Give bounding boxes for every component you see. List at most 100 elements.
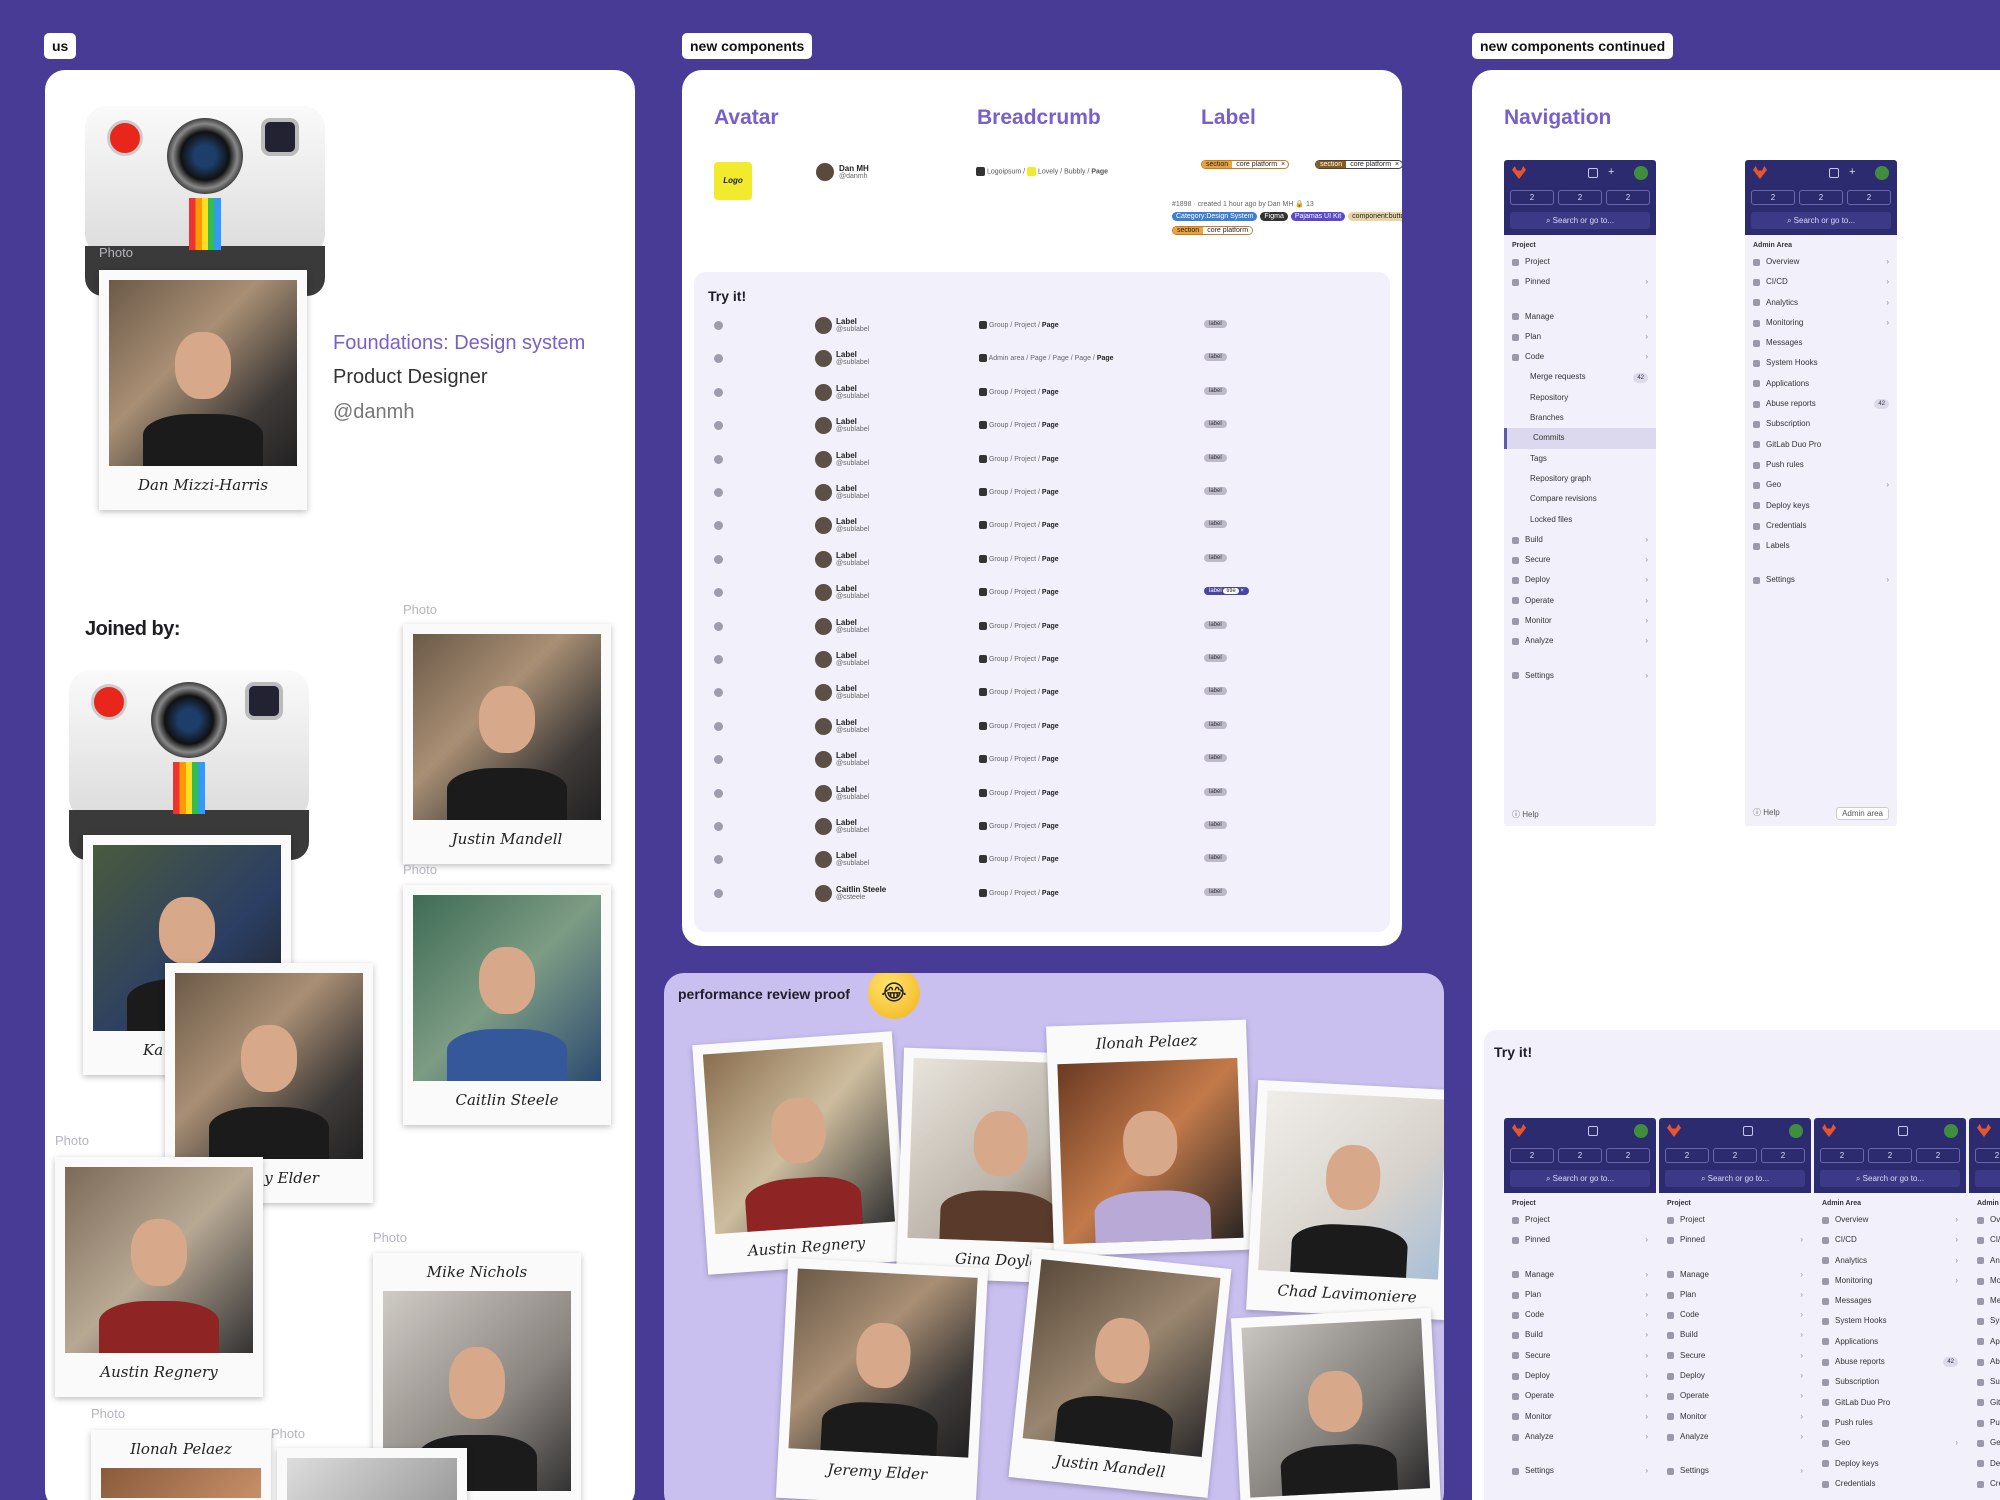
- nav-item-credentials[interactable]: Credentials: [1745, 516, 1897, 536]
- breadcrumb-item[interactable]: Group: [989, 455, 1008, 462]
- nav-item-gitlab-duo-pro[interactable]: GitLab Duo Pro: [1745, 435, 1897, 455]
- user-name[interactable]: Label: [836, 384, 857, 393]
- breadcrumb-item[interactable]: Project: [1014, 589, 1036, 596]
- user-name[interactable]: Label: [836, 651, 857, 660]
- nav-search[interactable]: ⌕ Search or go to...: [1751, 212, 1891, 229]
- user-name[interactable]: Label: [836, 618, 857, 627]
- gitlab-logo-icon[interactable]: [1977, 1124, 1991, 1137]
- label-chip[interactable]: label title ×: [1204, 587, 1249, 596]
- nav-item-build[interactable]: Build ›: [1659, 1325, 1811, 1345]
- nav-item-abuse-reports[interactable]: Abuse reports42: [1814, 1352, 1966, 1372]
- nav-item-gitlab-duo-pro[interactable]: GitLab Duo Pro: [1969, 1393, 2000, 1413]
- nav-item-monitor[interactable]: Monitor ›: [1659, 1407, 1811, 1427]
- nav-item-project[interactable]: Project: [1659, 1210, 1811, 1230]
- nav-item-plan[interactable]: Plan ›: [1504, 327, 1656, 347]
- close-icon[interactable]: ×: [1281, 161, 1288, 168]
- nav-search[interactable]: ⌕ Search or go to...: [1665, 1170, 1805, 1187]
- user-avatar[interactable]: [1789, 1124, 1803, 1138]
- nav-item-ci-cd[interactable]: CI/CD›: [1745, 272, 1897, 292]
- issues-count[interactable]: 2: [1975, 1148, 2000, 1163]
- nav-item-repository[interactable]: Repository: [1504, 388, 1656, 408]
- breadcrumb-item[interactable]: Project: [1014, 622, 1036, 629]
- nav-item-analyze[interactable]: Analyze ›: [1504, 631, 1656, 651]
- breadcrumb-item[interactable]: Group: [989, 522, 1008, 529]
- nav-item-manage[interactable]: Manage ›: [1504, 307, 1656, 327]
- breadcrumb-item[interactable]: Page: [1042, 789, 1059, 796]
- breadcrumb-item[interactable]: Group: [989, 422, 1008, 429]
- nav-item-plan[interactable]: Plan ›: [1659, 1285, 1811, 1305]
- label-chip[interactable]: label: [1204, 420, 1227, 429]
- nav-item-monitoring[interactable]: Monitoring›: [1969, 1271, 2000, 1291]
- breadcrumb-item[interactable]: Page: [1042, 589, 1059, 596]
- nav-item-operate[interactable]: Operate ›: [1504, 1386, 1656, 1406]
- nav-item-overview[interactable]: Overview›: [1814, 1210, 1966, 1230]
- label-chip[interactable]: label: [1204, 887, 1227, 896]
- nav-item-system-hooks[interactable]: System Hooks: [1814, 1311, 1966, 1331]
- user-avatar[interactable]: [1944, 1124, 1958, 1138]
- breadcrumb-item[interactable]: Project: [1014, 389, 1036, 396]
- sidebar-toggle-icon[interactable]: [1588, 168, 1598, 178]
- breadcrumb-item[interactable]: Project: [1014, 856, 1036, 863]
- breadcrumb-item[interactable]: Page: [1042, 756, 1059, 763]
- breadcrumb-item[interactable]: Group: [989, 389, 1008, 396]
- nav-item-applications[interactable]: Applications: [1745, 374, 1897, 394]
- issues-count[interactable]: 2: [1665, 1148, 1709, 1163]
- user-name[interactable]: Caitlin Steele: [836, 885, 886, 894]
- nav-search[interactable]: ⌕ Search or go to...: [1510, 212, 1650, 229]
- issue-label[interactable]: component:button: [1348, 212, 1402, 221]
- breadcrumb-item[interactable]: Group: [989, 856, 1008, 863]
- help-link[interactable]: ⓘ Help: [1753, 807, 1780, 820]
- breadcrumb-item[interactable]: Group: [989, 489, 1008, 496]
- breadcrumb-item[interactable]: Lovely: [1038, 168, 1058, 175]
- nav-item-subscription[interactable]: Subscription: [1814, 1372, 1966, 1392]
- nav-item-settings[interactable]: Settings ›: [1745, 570, 1897, 590]
- label-chip[interactable]: label: [1204, 620, 1227, 629]
- breadcrumb-item[interactable]: Page: [1097, 355, 1114, 362]
- breadcrumb-item[interactable]: Page: [1042, 723, 1059, 730]
- user-name[interactable]: Label: [836, 517, 857, 526]
- nav-item-applications[interactable]: Applications: [1969, 1332, 2000, 1352]
- nav-item-analyze[interactable]: Analyze ›: [1659, 1427, 1811, 1447]
- breadcrumb-item[interactable]: Project: [1014, 723, 1036, 730]
- breadcrumb-item[interactable]: Project: [1014, 422, 1036, 429]
- issue-scoped-label[interactable]: section core platform: [1172, 226, 1254, 235]
- breadcrumb-item[interactable]: Page: [1052, 355, 1068, 362]
- nav-item-deploy-keys[interactable]: Deploy keys: [1745, 496, 1897, 516]
- label-chip[interactable]: label: [1204, 687, 1227, 696]
- breadcrumb-item[interactable]: Group: [989, 322, 1008, 329]
- nav-item-abuse-reports[interactable]: Abuse reports42: [1969, 1352, 2000, 1372]
- label-chip[interactable]: label: [1204, 754, 1227, 763]
- breadcrumb-item[interactable]: Group: [989, 589, 1008, 596]
- breadcrumb-item[interactable]: Project: [1014, 689, 1036, 696]
- breadcrumb-item[interactable]: Project: [1014, 556, 1036, 563]
- label-chip[interactable]: label: [1204, 520, 1227, 529]
- nav-search[interactable]: ⌕ Search or go to...: [1820, 1170, 1960, 1187]
- breadcrumb-item[interactable]: Page: [1042, 689, 1059, 696]
- user-name[interactable]: Label: [836, 417, 857, 426]
- label-chip[interactable]: label: [1204, 386, 1227, 395]
- issue-label[interactable]: Category:Design System: [1172, 212, 1258, 221]
- nav-item-messages[interactable]: Messages: [1745, 333, 1897, 353]
- user-avatar[interactable]: [1634, 1124, 1648, 1138]
- breadcrumb-item[interactable]: Page: [1042, 856, 1059, 863]
- label-chip[interactable]: label: [1204, 320, 1227, 328]
- breadcrumb-item[interactable]: Project: [1014, 455, 1036, 462]
- nav-item-manage[interactable]: Manage ›: [1659, 1265, 1811, 1285]
- label-chip[interactable]: label: [1204, 720, 1227, 729]
- nav-item-project[interactable]: Project: [1504, 252, 1656, 272]
- nav-item-locked-files[interactable]: Locked files: [1504, 510, 1656, 530]
- sidebar-toggle-icon[interactable]: [1829, 168, 1839, 178]
- breadcrumb-item[interactable]: Project: [1014, 522, 1036, 529]
- breadcrumb-item[interactable]: Group: [989, 723, 1008, 730]
- breadcrumb-item[interactable]: Page: [1042, 890, 1059, 897]
- breadcrumb-item[interactable]: Page: [1042, 455, 1059, 462]
- nav-item-plan[interactable]: Plan ›: [1504, 1285, 1656, 1305]
- nav-item-settings[interactable]: Settings ›: [1504, 1461, 1656, 1481]
- breadcrumb-item[interactable]: Group: [989, 622, 1008, 629]
- nav-item-overview[interactable]: Overview›: [1969, 1210, 2000, 1230]
- nav-item-labels[interactable]: Labels: [1745, 536, 1897, 556]
- user-avatar[interactable]: [1634, 166, 1648, 180]
- issues-count[interactable]: 2: [1510, 1148, 1554, 1163]
- nav-item-monitoring[interactable]: Monitoring›: [1745, 313, 1897, 333]
- nav-item-compare-revisions[interactable]: Compare revisions: [1504, 489, 1656, 509]
